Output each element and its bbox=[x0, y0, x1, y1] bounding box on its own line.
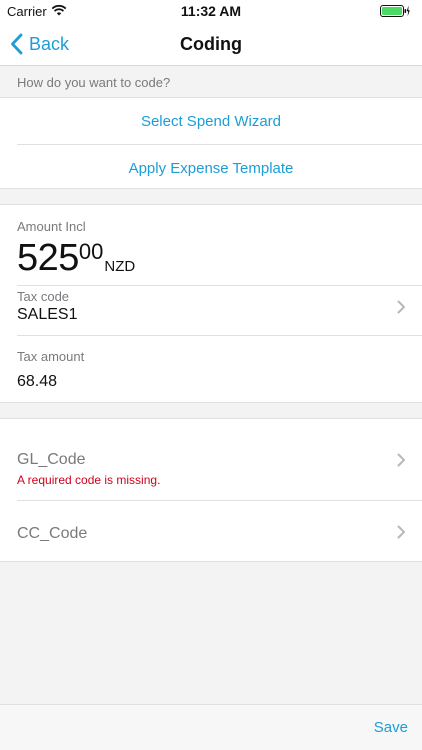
coding-section-header: How do you want to code? bbox=[0, 67, 422, 97]
cc-code-label: CC_Code bbox=[17, 525, 88, 542]
chevron-right-icon bbox=[397, 300, 405, 314]
tax-code-label: Tax code bbox=[17, 289, 70, 304]
gl-code-row[interactable]: GL_Code A required code is missing. bbox=[0, 419, 422, 500]
tax-amount-row: Tax amount 68.48 bbox=[0, 336, 422, 402]
apply-expense-template-button[interactable]: Apply Expense Template bbox=[0, 145, 422, 191]
battery-icon bbox=[380, 5, 410, 20]
coding-options-card: Select Spend Wizard Apply Expense Templa… bbox=[0, 97, 422, 189]
charging-bolt-icon bbox=[406, 5, 410, 17]
tax-amount-value: 68.48 bbox=[17, 373, 58, 390]
amount-currency: NZD bbox=[104, 258, 136, 275]
status-time: 11:32 AM bbox=[180, 3, 242, 19]
amount-label: Amount Incl bbox=[17, 219, 86, 234]
tax-amount-label: Tax amount bbox=[17, 349, 85, 364]
status-bar: Carrier 11:32 AM bbox=[0, 0, 422, 22]
amount-field: Amount Incl 525 00 NZD bbox=[0, 205, 422, 285]
amount-whole: 525 bbox=[17, 237, 79, 279]
page-title: Coding bbox=[180, 34, 242, 54]
navigation-bar: Back Coding bbox=[0, 22, 422, 66]
save-button[interactable]: Save bbox=[374, 719, 408, 736]
tax-code-row[interactable]: Tax code SALES1 bbox=[0, 285, 422, 335]
chevron-right-icon bbox=[397, 525, 405, 539]
amount-value: 525 00 NZD bbox=[17, 236, 405, 280]
codes-card: GL_Code A required code is missing. CC_C… bbox=[0, 418, 422, 562]
gl-code-label: GL_Code bbox=[17, 451, 86, 468]
gl-code-error: A required code is missing. bbox=[17, 473, 161, 487]
bottom-toolbar: Save bbox=[0, 704, 422, 750]
tax-code-value: SALES1 bbox=[17, 306, 78, 323]
amount-cents: 00 bbox=[78, 239, 104, 264]
select-spend-wizard-button[interactable]: Select Spend Wizard bbox=[0, 98, 422, 144]
chevron-right-icon bbox=[397, 453, 405, 467]
cc-code-row[interactable]: CC_Code bbox=[0, 501, 422, 562]
